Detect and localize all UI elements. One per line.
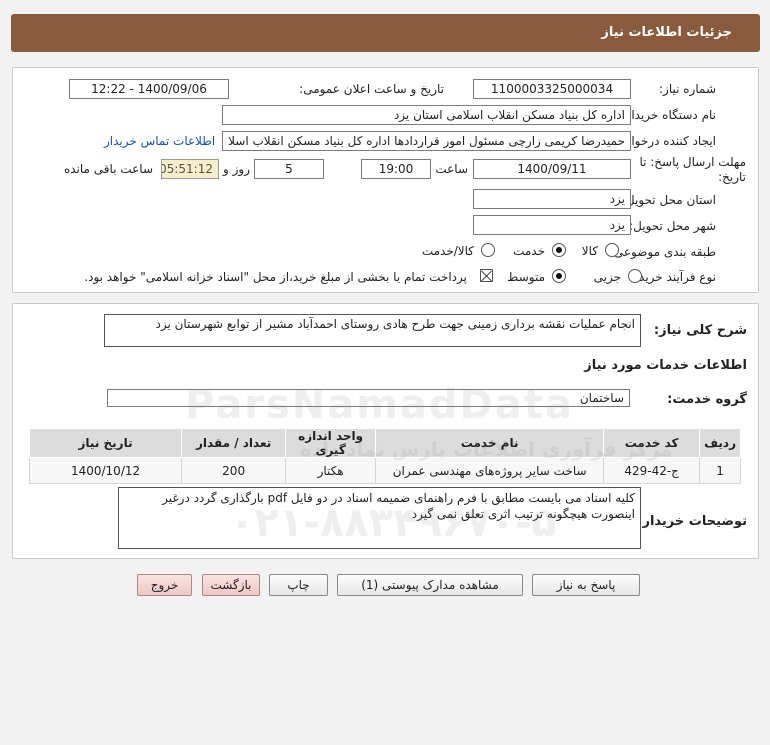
announce-label: تاریخ و ساعت اعلان عمومی: <box>299 82 444 96</box>
deadline-date-field: 1400/09/11 <box>473 159 631 179</box>
remaining-time-field: 05:51:12 <box>161 159 219 179</box>
col-unit: واحد اندازه گیری <box>285 428 377 458</box>
process-radio-minor[interactable] <box>628 269 642 283</box>
cell-qty: 200 <box>181 457 287 484</box>
city-label: شهر محل تحویل: <box>629 219 716 233</box>
service-group-field: ساختمان <box>107 389 630 407</box>
service-group-label: گروه خدمت: <box>667 392 747 407</box>
province-label: استان محل تحویل: <box>621 193 716 207</box>
col-date: تاریخ نیاز <box>28 428 183 458</box>
category-option-service: خدمت <box>513 244 545 258</box>
requester-field: حمیدرضا کریمی زارچی مسئول امور قراردادها… <box>222 131 631 151</box>
services-title: اطلاعات خدمات مورد نیاز <box>584 358 747 373</box>
col-row: ردیف <box>699 428 741 458</box>
days-field: 5 <box>254 159 324 179</box>
cell-name: ساخت سایر پروژه‌های مهندسی عمران <box>375 457 605 484</box>
category-radio-goods-service[interactable] <box>481 243 495 257</box>
table-row: 1 ج-42-429 ساخت سایر پروژه‌های مهندسی عم… <box>28 457 741 484</box>
process-option-minor: جزیی <box>593 270 621 284</box>
process-option-medium: متوسط <box>507 270 545 284</box>
buyer-notes-field: کلیه اسناد می بایست مطابق با فرم راهنمای… <box>118 487 641 549</box>
category-option-goods-service: کالا/خدمت <box>421 244 474 258</box>
cell-date: 1400/10/12 <box>28 457 183 484</box>
buyer-org-label: نام دستگاه خریدار: <box>621 108 717 122</box>
payment-note: پرداخت تمام یا بخشی از مبلغ خرید،از محل … <box>84 270 467 284</box>
category-radio-service[interactable] <box>552 243 566 257</box>
print-button[interactable]: چاپ <box>269 574 328 596</box>
col-name: نام خدمت <box>375 428 605 458</box>
city-field: یزد <box>473 215 631 235</box>
category-option-goods: کالا <box>581 244 598 258</box>
deadline-time-field: 19:00 <box>361 159 431 179</box>
category-radio-goods[interactable] <box>605 243 619 257</box>
process-radio-medium[interactable] <box>552 269 566 283</box>
buyer-org-field: اداره کل بنیاد مسکن انقلاب اسلامی استان … <box>222 105 631 125</box>
reply-button[interactable]: پاسخ به نیاز <box>532 574 640 596</box>
cell-code: ج-42-429 <box>603 457 701 484</box>
col-qty: تعداد / مقدار <box>181 428 287 458</box>
description-field: انجام عملیات نقشه برداری زمینی جهت طرح ه… <box>104 314 641 347</box>
buyer-notes-label: توضیحات خریدار: <box>637 514 747 529</box>
page-title: جزئیات اطلاعات نیاز <box>601 25 732 40</box>
process-label: نوع فرآیند خرید : <box>631 270 716 284</box>
deadline-label: مهلت ارسال پاسخ: تا تاریخ: <box>639 155 746 184</box>
remaining-label: ساعت باقی مانده <box>63 162 153 176</box>
deadline-time-label: ساعت <box>435 162 468 176</box>
col-code: کد خدمت <box>603 428 701 458</box>
cell-unit: هکتار <box>285 457 377 484</box>
cell-row: 1 <box>699 457 741 484</box>
need-number-label: شماره نیاز: <box>659 82 716 96</box>
days-label: روز و <box>223 162 250 176</box>
services-table: ردیف کد خدمت نام خدمت واحد اندازه گیری ت… <box>28 428 741 484</box>
province-field: یزد <box>473 189 631 209</box>
category-label: طبقه بندی موضوعی: <box>609 245 716 259</box>
need-number-field: 1100003325000034 <box>473 79 631 99</box>
buyer-contact-link[interactable]: اطلاعات تماس خریدار <box>104 134 215 148</box>
page-header: جزئیات اطلاعات نیاز <box>11 14 760 52</box>
back-button[interactable]: بازگشت <box>202 574 260 596</box>
view-attachments-button[interactable]: مشاهده مدارک پیوستی (1) <box>337 574 523 596</box>
treasury-payment-checkbox[interactable] <box>480 269 493 282</box>
announce-field: 1400/09/06 - 12:22 <box>69 79 229 99</box>
exit-button[interactable]: خروج <box>137 574 192 596</box>
description-label: شرح کلی نیاز: <box>653 323 747 338</box>
services-table-header: ردیف کد خدمت نام خدمت واحد اندازه گیری ت… <box>28 428 741 458</box>
